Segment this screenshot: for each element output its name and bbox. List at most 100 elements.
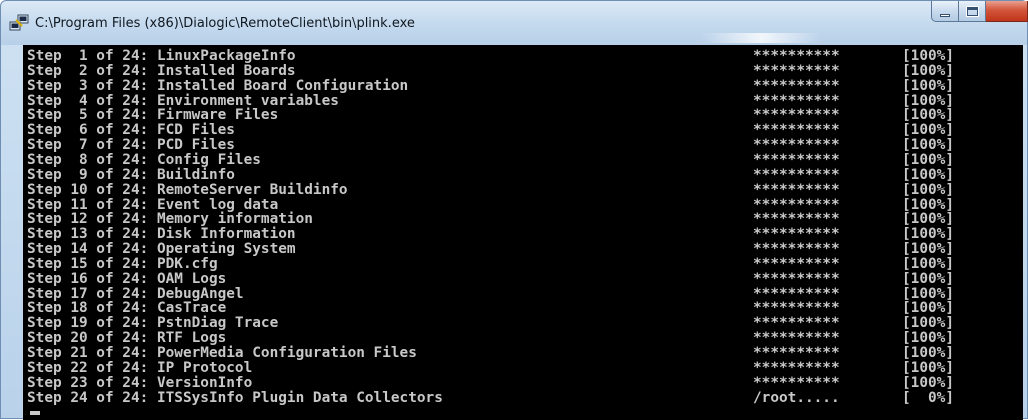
console-line: Step 20 of 24: RTF Logs ********** [100%] xyxy=(27,331,1017,346)
progress-percent: [ 0%] xyxy=(902,389,954,406)
console-line: Step 23 of 24: VersionInfo ********** [100… xyxy=(27,374,1017,391)
title-glow xyxy=(701,33,821,43)
progress-percent: [100%] xyxy=(902,330,954,347)
maximize-button[interactable] xyxy=(959,1,986,22)
step-label: Step 13 of 24: Disk Information xyxy=(27,226,296,243)
progress-percent: [100%] xyxy=(902,255,954,272)
caption-buttons xyxy=(931,1,1028,23)
progress-percent: [100%] xyxy=(902,48,954,64)
console-line: Step 6 of 24: FCD Files ********** [100%] xyxy=(27,123,1017,138)
progress-bar-text: ********** xyxy=(753,300,840,317)
window-title: C:\Program Files (x86)\Dialogic\RemoteCl… xyxy=(35,16,415,31)
progress-percent: [100%] xyxy=(902,137,954,154)
console-line: Step 3 of 24: Installed Board Configurat… xyxy=(27,77,1017,94)
progress-bar-text: ********** xyxy=(753,48,840,64)
step-label: Step 17 of 24: DebugAngel xyxy=(27,285,244,302)
progress-percent: [100%] xyxy=(902,92,954,109)
console-line: Step 13 of 24: Disk Information *********… xyxy=(27,227,1017,242)
progress-percent: [100%] xyxy=(902,181,954,198)
progress-bar-text: ********** xyxy=(753,151,840,168)
console-line: Step 12 of 24: Memory information *******… xyxy=(27,212,1017,227)
progress-percent: [100%] xyxy=(902,374,954,391)
progress-percent: [100%] xyxy=(902,241,954,258)
console-line: Step 19 of 24: PstnDiag Trace ********** [… xyxy=(27,316,1017,331)
progress-bar-text: ********** xyxy=(753,359,840,376)
progress-percent: [100%] xyxy=(902,62,954,79)
step-label: Step 19 of 24: PstnDiag Trace xyxy=(27,315,279,332)
minimize-button[interactable] xyxy=(931,1,959,22)
putty-plink-icon xyxy=(9,14,29,31)
console-line: Step 7 of 24: PCD Files ********** [100%] xyxy=(27,138,1017,153)
console-line: Step 22 of 24: IP Protocol ********** [100… xyxy=(27,359,1017,376)
progress-percent: [100%] xyxy=(902,315,954,332)
progress-percent: [100%] xyxy=(902,226,954,243)
console-line: Step 1 of 24: LinuxPackageInfo **********… xyxy=(27,49,1017,64)
step-label: Step 24 of 24: ITSSysInfo Plugin Data Co… xyxy=(27,389,443,406)
minimize-icon xyxy=(940,13,950,17)
progress-bar-text: ********** xyxy=(753,92,840,109)
progress-percent: [100%] xyxy=(902,151,954,168)
console-line: Step 15 of 24: PDK.cfg ********** [100%] xyxy=(27,255,1017,272)
step-label: Step 14 of 24: Operating System xyxy=(27,241,296,258)
console-line: Step 10 of 24: RemoteServer Buildinfo ***… xyxy=(27,181,1017,198)
progress-percent: [100%] xyxy=(902,107,954,124)
progress-percent: [100%] xyxy=(902,166,954,183)
console-line: Step 24 of 24: ITSSysInfo Plugin Data Co… xyxy=(27,389,1017,406)
console-window: C:\Program Files (x86)\Dialogic\RemoteCl… xyxy=(0,0,1028,420)
console-line: Step 21 of 24: PowerMedia Configuration … xyxy=(27,346,1017,361)
step-label: Step 20 of 24: RTF Logs xyxy=(27,330,227,347)
progress-bar-text: ********** xyxy=(753,77,840,94)
step-label: Step 7 of 24: PCD Files xyxy=(27,137,235,154)
progress-bar-text: ********** xyxy=(753,330,840,347)
close-button[interactable] xyxy=(986,1,1028,22)
step-label: Step 16 of 24: OAM Logs xyxy=(27,270,227,287)
progress-bar-text: ********** xyxy=(753,196,840,213)
progress-bar-text: ********** xyxy=(753,374,840,391)
step-label: Step 6 of 24: FCD Files xyxy=(27,122,235,139)
progress-bar-text: /root..... xyxy=(753,389,840,406)
progress-percent: [100%] xyxy=(902,285,954,302)
progress-bar-text: ********** xyxy=(753,226,840,243)
console-output[interactable]: Step 1 of 24: LinuxPackageInfo **********… xyxy=(23,45,1023,420)
console-line: Step 18 of 24: CasTrace ********** [100%] xyxy=(27,301,1017,316)
console-line: Step 5 of 24: Firmware Files ********** [1… xyxy=(27,108,1017,123)
console-line: Step 2 of 24: Installed Boards **********… xyxy=(27,62,1017,79)
progress-bar-text: ********** xyxy=(753,345,840,361)
progress-percent: [100%] xyxy=(902,270,954,287)
progress-percent: [100%] xyxy=(902,196,954,213)
console-line: Step 16 of 24: OAM Logs ********** [100%] xyxy=(27,270,1017,287)
step-label: Step 9 of 24: Buildinfo xyxy=(27,166,235,183)
progress-bar-text: ********** xyxy=(753,107,840,124)
step-label: Step 15 of 24: PDK.cfg xyxy=(27,255,218,272)
title-bar[interactable]: C:\Program Files (x86)\Dialogic\RemoteCl… xyxy=(1,1,1028,45)
console-line: Step 9 of 24: Buildinfo ********** [100%] xyxy=(27,166,1017,183)
step-label: Step 23 of 24: VersionInfo xyxy=(27,374,253,391)
console-line: Step 8 of 24: Config Files ********** [100… xyxy=(27,151,1017,168)
text-cursor xyxy=(30,411,40,415)
progress-bar-text: ********** xyxy=(753,62,840,79)
progress-percent: [100%] xyxy=(902,77,954,94)
step-label: Step 5 of 24: Firmware Files xyxy=(27,107,279,124)
step-label: Step 11 of 24: Event log data xyxy=(27,196,279,213)
progress-bar-text: ********** xyxy=(753,122,840,139)
progress-bar-text: ********** xyxy=(753,137,840,154)
console-line: Step 14 of 24: Operating System *********… xyxy=(27,242,1017,257)
console-line: Step 4 of 24: Environment variables *****… xyxy=(27,92,1017,109)
step-label: Step 8 of 24: Config Files xyxy=(27,151,261,168)
progress-bar-text: ********** xyxy=(753,315,840,332)
progress-bar-text: ********** xyxy=(753,181,840,198)
step-label: Step 1 of 24: LinuxPackageInfo xyxy=(27,48,296,64)
maximize-icon xyxy=(965,5,979,17)
step-label: Step 21 of 24: PowerMedia Configuration … xyxy=(27,345,417,361)
console-line: Step 11 of 24: Event log data ********** [… xyxy=(27,196,1017,213)
progress-percent: [100%] xyxy=(902,211,954,228)
progress-bar-text: ********** xyxy=(753,270,840,287)
step-label: Step 4 of 24: Environment variables xyxy=(27,92,339,109)
step-label: Step 3 of 24: Installed Board Configurat… xyxy=(27,77,409,94)
progress-percent: [100%] xyxy=(902,122,954,139)
step-label: Step 22 of 24: IP Protocol xyxy=(27,359,253,376)
console-line: Step 17 of 24: DebugAngel ********** [100%… xyxy=(27,285,1017,302)
progress-bar-text: ********** xyxy=(753,285,840,302)
step-label: Step 12 of 24: Memory information xyxy=(27,211,313,228)
progress-percent: [100%] xyxy=(902,345,954,361)
